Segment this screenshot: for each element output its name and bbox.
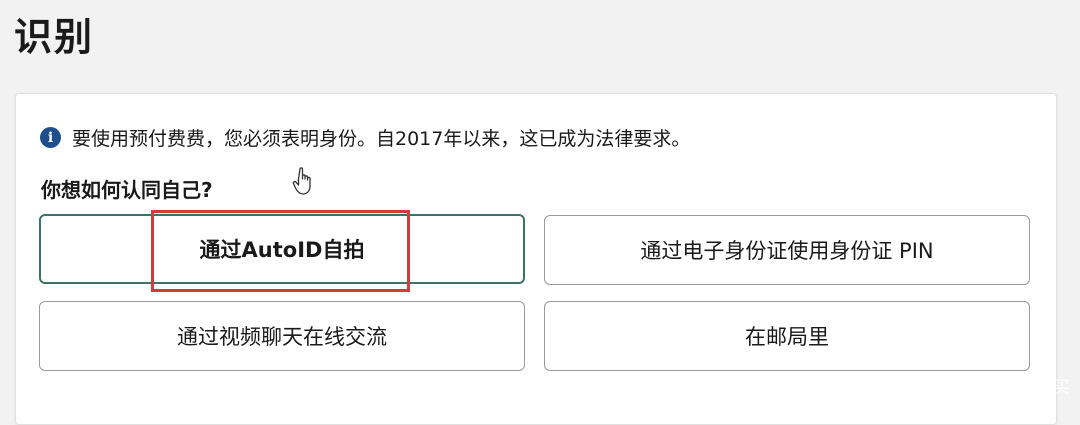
watermark-logo-icon: 值 xyxy=(959,375,979,396)
option-post-office[interactable]: 在邮局里 xyxy=(544,301,1030,371)
option-eid-pin[interactable]: 通过电子身份证使用身份证 PIN xyxy=(544,215,1030,285)
identification-question: 你想如何认同自己? xyxy=(41,178,213,202)
hand-pointer-icon xyxy=(292,167,311,195)
watermark-text: 什么值得买 xyxy=(985,378,1070,398)
watermark: 值 什么值得买 xyxy=(959,373,1070,398)
option-autoid-selfie[interactable]: 通过AutoID自拍 xyxy=(39,214,525,284)
info-icon: i xyxy=(40,127,61,148)
prepaid-notice: i 要使用预付费费，您必须表明身份。自2017年以来，这已成为法律要求。 xyxy=(40,124,690,151)
page-title: 识别 xyxy=(14,15,95,59)
identification-card: i 要使用预付费费，您必须表明身份。自2017年以来，这已成为法律要求。 你想如… xyxy=(15,93,1057,425)
option-video-chat[interactable]: 通过视频聊天在线交流 xyxy=(39,301,525,371)
notice-text: 要使用预付费费，您必须表明身份。自2017年以来，这已成为法律要求。 xyxy=(72,128,691,150)
